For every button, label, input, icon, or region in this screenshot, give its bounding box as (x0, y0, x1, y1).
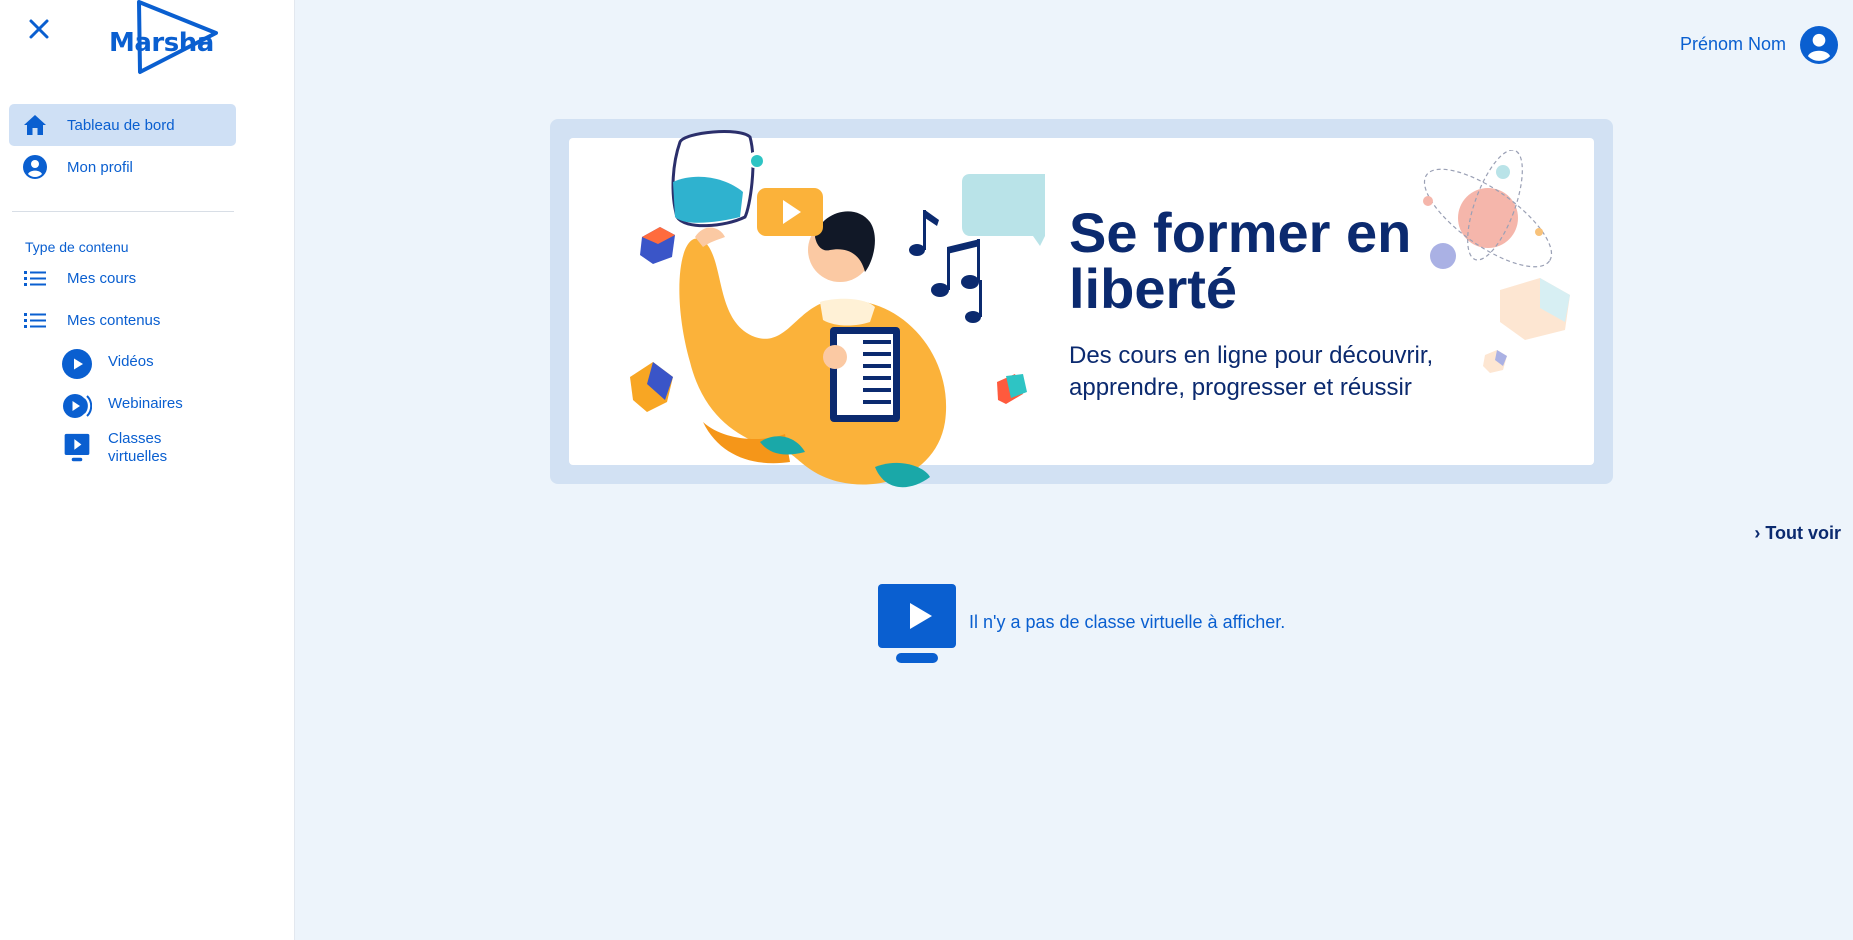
sidebar-divider (12, 211, 234, 212)
nav-label-dashboard: Tableau de bord (67, 116, 175, 134)
nav-label-my-contents: Mes contenus (67, 311, 161, 329)
sub-label-virtual-classes-line1: Classes (108, 430, 162, 447)
cube-icon (630, 362, 673, 412)
list-icon (24, 271, 46, 286)
sub-item-videos[interactable]: Vidéos (60, 342, 236, 382)
banner-title: Se former en liberté (1069, 201, 1412, 320)
planet-illustration (1423, 150, 1570, 373)
nav-label-profile: Mon profil (67, 158, 133, 176)
cube-icon (997, 374, 1027, 404)
cube-icon (640, 227, 675, 264)
nav-item-my-courses[interactable]: Mes cours (9, 257, 236, 299)
broadcast-play-icon (63, 394, 92, 418)
home-icon (24, 115, 46, 135)
sub-item-virtual-classes[interactable]: Classes virtuelles (60, 428, 236, 472)
sub-label-virtual-classes-line2: virtuelles (108, 448, 168, 465)
nav-label-my-courses: Mes cours (67, 269, 137, 287)
account-icon (1800, 26, 1838, 64)
list-icon (24, 313, 46, 328)
close-icon (29, 19, 49, 39)
user-name[interactable]: Prénom Nom (1680, 34, 1786, 55)
see-all-link[interactable]: › Tout voir (1754, 523, 1841, 544)
sidebar: Marsha Tableau de bord Mon profil Type d… (0, 0, 295, 940)
marsha-logo[interactable]: Marsha (104, 0, 220, 76)
account-icon (23, 155, 47, 179)
user-avatar-button[interactable] (1800, 26, 1838, 64)
nav-item-profile[interactable]: Mon profil (9, 146, 236, 188)
sub-label-videos: Vidéos (108, 353, 154, 370)
nav-item-my-contents[interactable]: Mes contenus (9, 299, 236, 341)
learner-illustration (630, 130, 1045, 488)
monitor-play-icon (64, 433, 90, 462)
play-circle-icon (62, 349, 92, 379)
banner-subtitle: Des cours en ligne pour découvrir, appre… (1069, 342, 1434, 401)
nav-item-dashboard[interactable]: Tableau de bord (9, 104, 236, 146)
sub-item-webinars[interactable]: Webinaires (60, 384, 236, 424)
monitor-play-icon (878, 584, 956, 663)
close-menu-button[interactable] (26, 16, 52, 42)
empty-state-message: Il n'y a pas de classe virtuelle à affic… (969, 612, 1286, 632)
logo-text: Marsha (109, 28, 214, 58)
sub-label-webinars: Webinaires (108, 395, 183, 412)
section-title-content-type: Type de contenu (25, 239, 129, 255)
